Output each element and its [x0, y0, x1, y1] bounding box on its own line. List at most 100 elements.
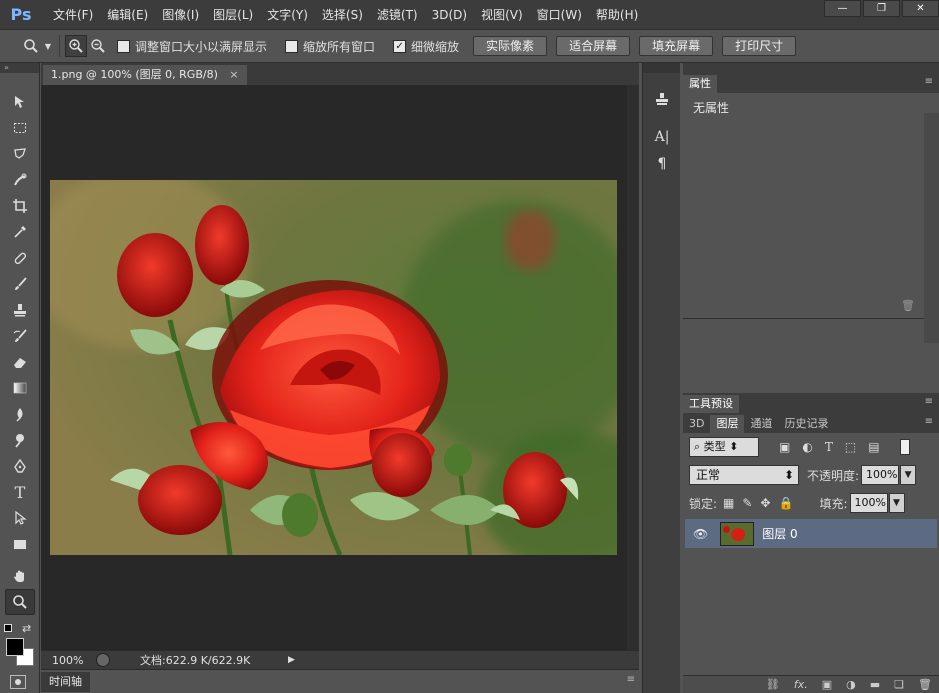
panel-grip[interactable] — [643, 63, 680, 73]
smart-filter-icon[interactable]: ▤ — [868, 440, 879, 454]
fill-screen-button[interactable]: 填充屏幕 — [639, 36, 714, 56]
color-swatches[interactable]: ⇄ — [4, 622, 36, 668]
checkmark-icon[interactable]: ✓ — [393, 39, 407, 53]
chevron-down-icon[interactable]: ▼ — [42, 35, 54, 57]
fit-screen-button[interactable]: 适合屏幕 — [556, 36, 631, 56]
quick-select-icon[interactable] — [5, 167, 35, 193]
menu-window[interactable]: 窗口(W) — [530, 4, 589, 26]
link-icon[interactable]: ⛓ — [766, 678, 780, 691]
stamp-icon[interactable] — [5, 297, 35, 323]
zoom-icon[interactable] — [20, 35, 42, 57]
lock-position-icon[interactable]: ✥ — [760, 496, 770, 510]
shape-filter-icon[interactable]: ⬚ — [845, 440, 856, 454]
pen-icon[interactable] — [5, 453, 35, 479]
zoom-all-checkbox[interactable]: 缩放所有窗口 — [285, 38, 375, 55]
type-filter-icon[interactable]: T — [825, 440, 833, 454]
checkbox-box[interactable] — [117, 39, 130, 53]
lock-paint-icon[interactable]: ✎ — [742, 496, 752, 510]
shape-icon[interactable] — [5, 531, 35, 557]
properties-scrollbar[interactable] — [924, 113, 939, 343]
vertical-scrollbar[interactable] — [627, 85, 639, 650]
lock-transparency-icon[interactable]: ▦ — [723, 496, 734, 510]
hand-icon[interactable] — [5, 563, 35, 589]
move-icon[interactable] — [5, 89, 35, 115]
filter-kind-select[interactable]: ⌕ 类型 ⬍ — [689, 437, 759, 457]
document-image[interactable] — [50, 180, 617, 555]
panel-grip[interactable]: » — [0, 63, 39, 73]
lock-icon[interactable]: 🔒 — [779, 496, 794, 510]
tool-presets-icon[interactable] — [647, 87, 677, 111]
tab-properties[interactable]: 属性 — [683, 75, 717, 93]
checkbox-box[interactable] — [285, 39, 299, 53]
fill-dropdown[interactable]: ▼ — [888, 493, 905, 513]
resize-windows-checkbox[interactable]: 调整窗口大小以满屏显示 — [117, 38, 267, 55]
heal-icon[interactable] — [5, 245, 35, 271]
zoom-tool-icon[interactable] — [5, 589, 35, 615]
close-button[interactable]: ✕ — [902, 0, 939, 17]
new-layer-icon[interactable]: ❏ — [894, 678, 904, 691]
panel-grip[interactable] — [683, 63, 939, 73]
menu-layer[interactable]: 图层(L) — [206, 4, 260, 26]
status-menu-arrow-icon[interactable]: ▶ — [288, 655, 295, 665]
menu-filter[interactable]: 滤镜(T) — [370, 4, 425, 26]
zoom-in-icon[interactable] — [65, 35, 87, 57]
quick-mask-icon[interactable] — [10, 675, 26, 689]
fill-input[interactable]: 100% — [849, 493, 888, 513]
opacity-dropdown[interactable]: ▼ — [900, 465, 917, 485]
panel-menu-icon[interactable]: ≡ — [925, 416, 933, 427]
tab-history[interactable]: 历史记录 — [778, 415, 834, 433]
eyedropper-icon[interactable] — [5, 219, 35, 245]
tab-3d[interactable]: 3D — [683, 415, 710, 433]
actual-pixels-button[interactable]: 实际像素 — [473, 36, 548, 56]
marquee-icon[interactable] — [5, 115, 35, 141]
dodge-icon[interactable] — [5, 427, 35, 453]
paragraph-icon[interactable]: ¶ — [647, 152, 677, 176]
close-tab-icon[interactable]: × — [229, 68, 238, 81]
zoom-level[interactable]: 100% — [52, 654, 92, 667]
type-icon[interactable]: T — [5, 479, 35, 505]
fx-icon[interactable]: fx. — [794, 678, 808, 691]
panel-menu-icon[interactable]: ≡ — [925, 76, 933, 87]
document-tab[interactable]: 1.png @ 100% (图层 0, RGB/8) × — [43, 65, 247, 85]
panel-menu-icon[interactable]: ≡ — [925, 396, 933, 407]
trash-icon[interactable]: 🗑 — [901, 299, 915, 312]
restore-button[interactable]: ❐ — [863, 0, 900, 17]
layer-row[interactable]: 👁 图层 0 — [685, 519, 937, 548]
menu-view[interactable]: 视图(V) — [474, 4, 530, 26]
scrubby-zoom-checkbox[interactable]: ✓ 细微缩放 — [393, 38, 459, 55]
adjustment-filter-icon[interactable]: ◐ — [802, 440, 812, 454]
timeline-tab[interactable]: 时间轴 — [41, 672, 90, 692]
menu-edit[interactable]: 编辑(E) — [100, 4, 155, 26]
path-select-icon[interactable] — [5, 505, 35, 531]
blur-icon[interactable] — [5, 401, 35, 427]
swap-colors-icon[interactable]: ⇄ — [22, 622, 31, 635]
panel-menu-icon[interactable]: ≡ — [627, 674, 635, 685]
menu-select[interactable]: 选择(S) — [315, 4, 370, 26]
menu-image[interactable]: 图像(I) — [155, 4, 206, 26]
eraser-icon[interactable] — [5, 349, 35, 375]
adjustment-icon[interactable]: ◑ — [846, 678, 856, 691]
filter-toggle[interactable] — [899, 439, 910, 455]
lasso-icon[interactable] — [5, 141, 35, 167]
tab-layers[interactable]: 图层 — [710, 415, 745, 433]
brush-icon[interactable] — [5, 271, 35, 297]
trash-icon[interactable]: 🗑 — [918, 678, 932, 691]
default-colors-icon[interactable] — [4, 624, 12, 632]
menu-file[interactable]: 文件(F) — [46, 4, 100, 26]
foreground-color-swatch[interactable] — [6, 638, 24, 656]
history-brush-icon[interactable] — [5, 323, 35, 349]
menu-type[interactable]: 文字(Y) — [260, 4, 315, 26]
zoom-out-icon[interactable] — [87, 35, 109, 57]
tab-channels[interactable]: 通道 — [744, 415, 778, 433]
tab-tool-presets[interactable]: 工具预设 — [683, 395, 739, 413]
character-icon[interactable]: A| — [647, 125, 677, 149]
mask-icon[interactable]: ▣ — [822, 678, 832, 691]
gradient-icon[interactable] — [5, 375, 35, 401]
eye-icon[interactable]: 👁 — [693, 527, 708, 541]
crop-icon[interactable] — [5, 193, 35, 219]
menu-3d[interactable]: 3D(D) — [425, 4, 474, 26]
minimize-button[interactable]: — — [824, 0, 861, 17]
print-size-button[interactable]: 打印尺寸 — [722, 36, 797, 56]
opacity-input[interactable]: 100% — [861, 465, 900, 485]
status-icon[interactable] — [96, 653, 110, 667]
